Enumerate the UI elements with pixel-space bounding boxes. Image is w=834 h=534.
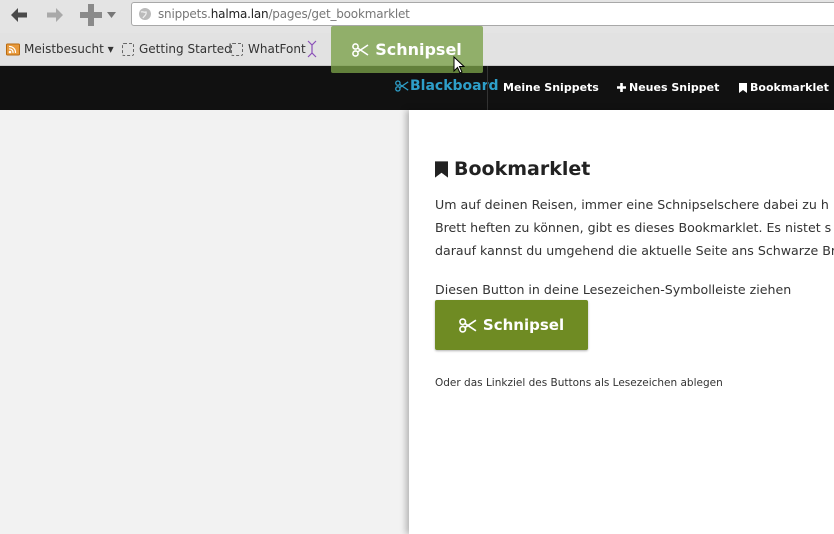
page-icon xyxy=(122,42,134,56)
nav-link-label: Bookmarklet xyxy=(750,81,829,94)
url-text: snippets.halma.lan/pages/get_bookmarklet xyxy=(158,7,410,21)
bookmark-getting-started[interactable]: Getting Started xyxy=(122,41,232,57)
paragraph-line: Um auf deinen Reisen, immer eine Schnips… xyxy=(435,197,829,212)
drop-indicator-icon xyxy=(307,40,317,58)
nav-neues-snippet[interactable]: Neues Snippet xyxy=(617,81,719,94)
nav-link-label: Neues Snippet xyxy=(629,81,720,94)
url-host: halma.lan xyxy=(210,7,269,21)
page-title: Bookmarklet xyxy=(435,158,590,180)
address-bar[interactable]: snippets.halma.lan/pages/get_bookmarklet xyxy=(131,2,834,26)
note-text: Oder das Linkziel des Buttons als Leseze… xyxy=(435,377,723,389)
url-path: /pages/get_bookmarklet xyxy=(268,7,410,21)
scissors-icon xyxy=(352,42,369,57)
bookmark-icon xyxy=(435,160,448,178)
button-label: Schnipsel xyxy=(482,316,565,334)
back-arrow-icon xyxy=(11,8,27,22)
bookmark-label: Meistbesucht ▾ xyxy=(24,42,114,56)
nav-meine-snippets[interactable]: Meine Snippets xyxy=(503,81,599,94)
bookmark-whatfont[interactable]: WhatFont xyxy=(231,40,317,58)
nav-bookmarklet[interactable]: Bookmarklet xyxy=(739,81,829,94)
nav-link-label: Meine Snippets xyxy=(503,81,599,94)
bookmark-meistbesucht[interactable]: Meistbesucht ▾ xyxy=(6,41,114,57)
bookmark-icon xyxy=(739,82,747,93)
back-button[interactable] xyxy=(8,4,30,26)
brand-link[interactable]: Blackboard xyxy=(395,78,499,94)
add-bookmark-button[interactable] xyxy=(77,4,117,26)
url-prefix: snippets. xyxy=(158,7,211,21)
schnipsel-bookmarklet-button[interactable]: Schnipsel xyxy=(435,300,588,350)
mouse-cursor-icon xyxy=(453,56,465,74)
chevron-down-icon xyxy=(106,12,116,18)
page-icon xyxy=(231,42,243,56)
globe-icon xyxy=(139,8,151,20)
scissors-icon xyxy=(395,80,409,92)
page-title-text: Bookmarklet xyxy=(454,158,591,180)
instruction-text: Diesen Button in deine Lesezeichen-Symbo… xyxy=(435,282,792,297)
paragraph-line: darauf kannst du umgehend die aktuelle S… xyxy=(435,243,834,258)
rss-folder-icon xyxy=(6,43,20,56)
scissors-icon xyxy=(459,317,477,333)
paragraph-line: Brett heften zu können, gibt es dieses B… xyxy=(435,220,832,235)
brand-label: Blackboard xyxy=(410,78,499,94)
page-background xyxy=(0,110,409,534)
bookmark-label: Getting Started xyxy=(139,42,232,56)
plus-icon xyxy=(79,4,102,26)
forward-button[interactable] xyxy=(44,4,66,26)
forward-arrow-icon xyxy=(47,8,63,22)
nav-divider xyxy=(487,66,488,110)
dragged-bookmark-label: Schnipsel xyxy=(375,40,462,59)
bookmark-label: WhatFont xyxy=(248,42,306,56)
plus-icon xyxy=(617,83,626,92)
content-card: Bookmarklet Um auf deinen Reisen, immer … xyxy=(409,110,834,534)
